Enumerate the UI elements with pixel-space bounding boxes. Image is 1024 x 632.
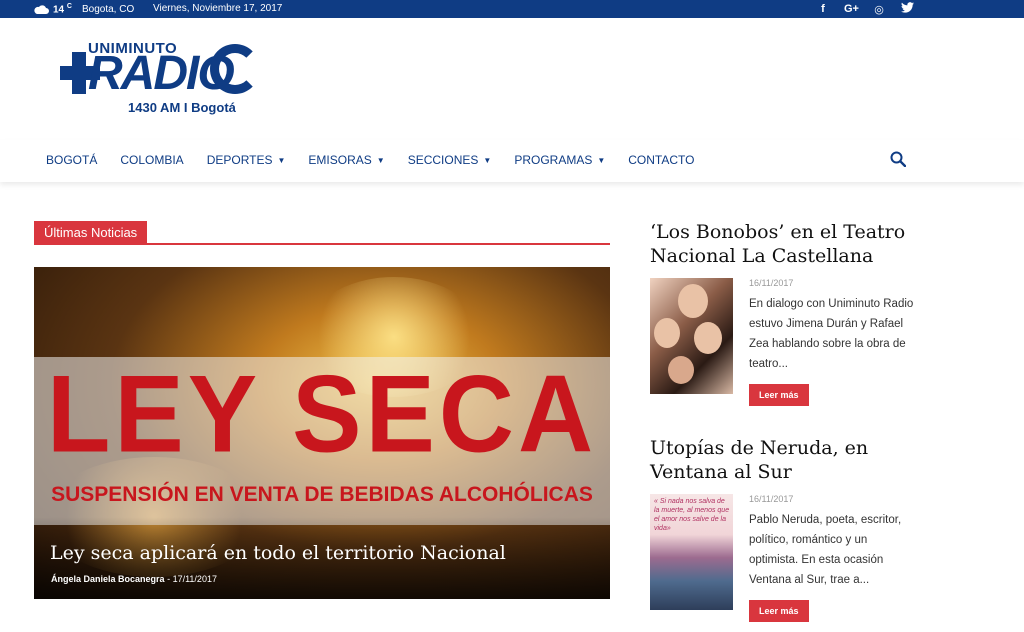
top-bar: 14 C Bogota, CO Viernes, Noviembre 17, 2… <box>0 0 1024 18</box>
instagram-icon[interactable]: ◎ <box>872 3 886 16</box>
cloud-icon <box>34 5 49 14</box>
nav-item-bogota[interactable]: BOGOTÁ <box>46 153 97 167</box>
image-subheadline-text: SUSPENSIÓN EN VENTA DE BEBIDAS ALCOHÓLIC… <box>51 483 593 506</box>
site-header: UNIMINUTO RADIO 1430 AM I Bogotá <box>0 18 1024 140</box>
read-more-button[interactable]: Leer más <box>749 600 809 622</box>
nav-item-emisoras[interactable]: EMISORAS ▼ <box>308 153 384 167</box>
nav-item-colombia[interactable]: COLOMBIA <box>120 153 183 167</box>
current-date: Viernes, Noviembre 17, 2017 <box>153 3 283 14</box>
article-title[interactable]: ‘Los Bonobos’ en el Teatro Nacional La C… <box>650 220 920 268</box>
social-links: f G+ ◎ <box>816 2 914 16</box>
featured-title[interactable]: Ley seca aplicará en todo el territorio … <box>50 542 506 564</box>
featured-author[interactable]: Ángela Daniela Bocanegra <box>51 574 165 584</box>
weather-widget: 14 C Bogota, CO <box>33 3 134 15</box>
chevron-down-icon: ▼ <box>597 155 606 165</box>
featured-article[interactable]: LEY SECA SUSPENSIÓN EN VENTA DE BEBIDAS … <box>34 267 610 599</box>
facebook-icon[interactable]: f <box>816 3 830 15</box>
article-excerpt: Pablo Neruda, poeta, escritor, político,… <box>749 514 902 586</box>
meta-separator: - <box>167 574 171 584</box>
image-headline-text: LEY SECA <box>46 354 598 476</box>
section-label[interactable]: Últimas Noticias <box>34 221 148 245</box>
thumbnail-quote: « Si nada nos salva de la muerte, al men… <box>654 498 730 532</box>
location: Bogota, CO <box>81 3 135 15</box>
site-logo[interactable]: UNIMINUTO RADIO 1430 AM I Bogotá <box>60 40 270 120</box>
chevron-down-icon: ▼ <box>376 155 385 165</box>
nav-item-programas[interactable]: PROGRAMAS ▼ <box>514 153 605 167</box>
search-icon[interactable] <box>890 151 906 167</box>
twitter-icon[interactable] <box>900 2 914 16</box>
side-article: Utopías de Neruda, en Ventana al Sur « S… <box>650 436 920 632</box>
read-more-button[interactable]: Leer más <box>749 384 809 406</box>
article-date: 16/11/2017 <box>749 494 794 504</box>
logo-ring <box>210 44 260 94</box>
article-date: 16/11/2017 <box>749 278 794 288</box>
logo-frequency: 1430 AM I Bogotá <box>128 100 236 115</box>
article-thumbnail[interactable]: « Si nada nos salva de la muerte, al men… <box>650 494 733 610</box>
nav-item-contacto[interactable]: CONTACTO <box>628 153 694 167</box>
section-header: Últimas Noticias <box>34 221 610 245</box>
chevron-down-icon: ▼ <box>277 155 286 165</box>
chevron-down-icon: ▼ <box>483 155 492 165</box>
featured-meta: Ángela Daniela Bocanegra - 17/11/2017 <box>51 574 217 584</box>
featured-date: 17/11/2017 <box>172 574 217 584</box>
main-nav: BOGOTÁ COLOMBIA DEPORTES ▼ EMISORAS ▼ SECC… <box>0 140 1024 182</box>
nav-item-deportes[interactable]: DEPORTES ▼ <box>207 153 286 167</box>
side-article: ‘Los Bonobos’ en el Teatro Nacional La C… <box>650 220 920 418</box>
article-title[interactable]: Utopías de Neruda, en Ventana al Sur <box>650 436 920 484</box>
nav-item-secciones[interactable]: SECCIONES ▼ <box>408 153 492 167</box>
temperature: 14 C <box>53 3 72 16</box>
article-thumbnail[interactable] <box>650 278 733 394</box>
article-excerpt: En dialogo con Uniminuto Radio estuvo Ji… <box>749 298 914 370</box>
google-plus-icon[interactable]: G+ <box>844 3 859 15</box>
